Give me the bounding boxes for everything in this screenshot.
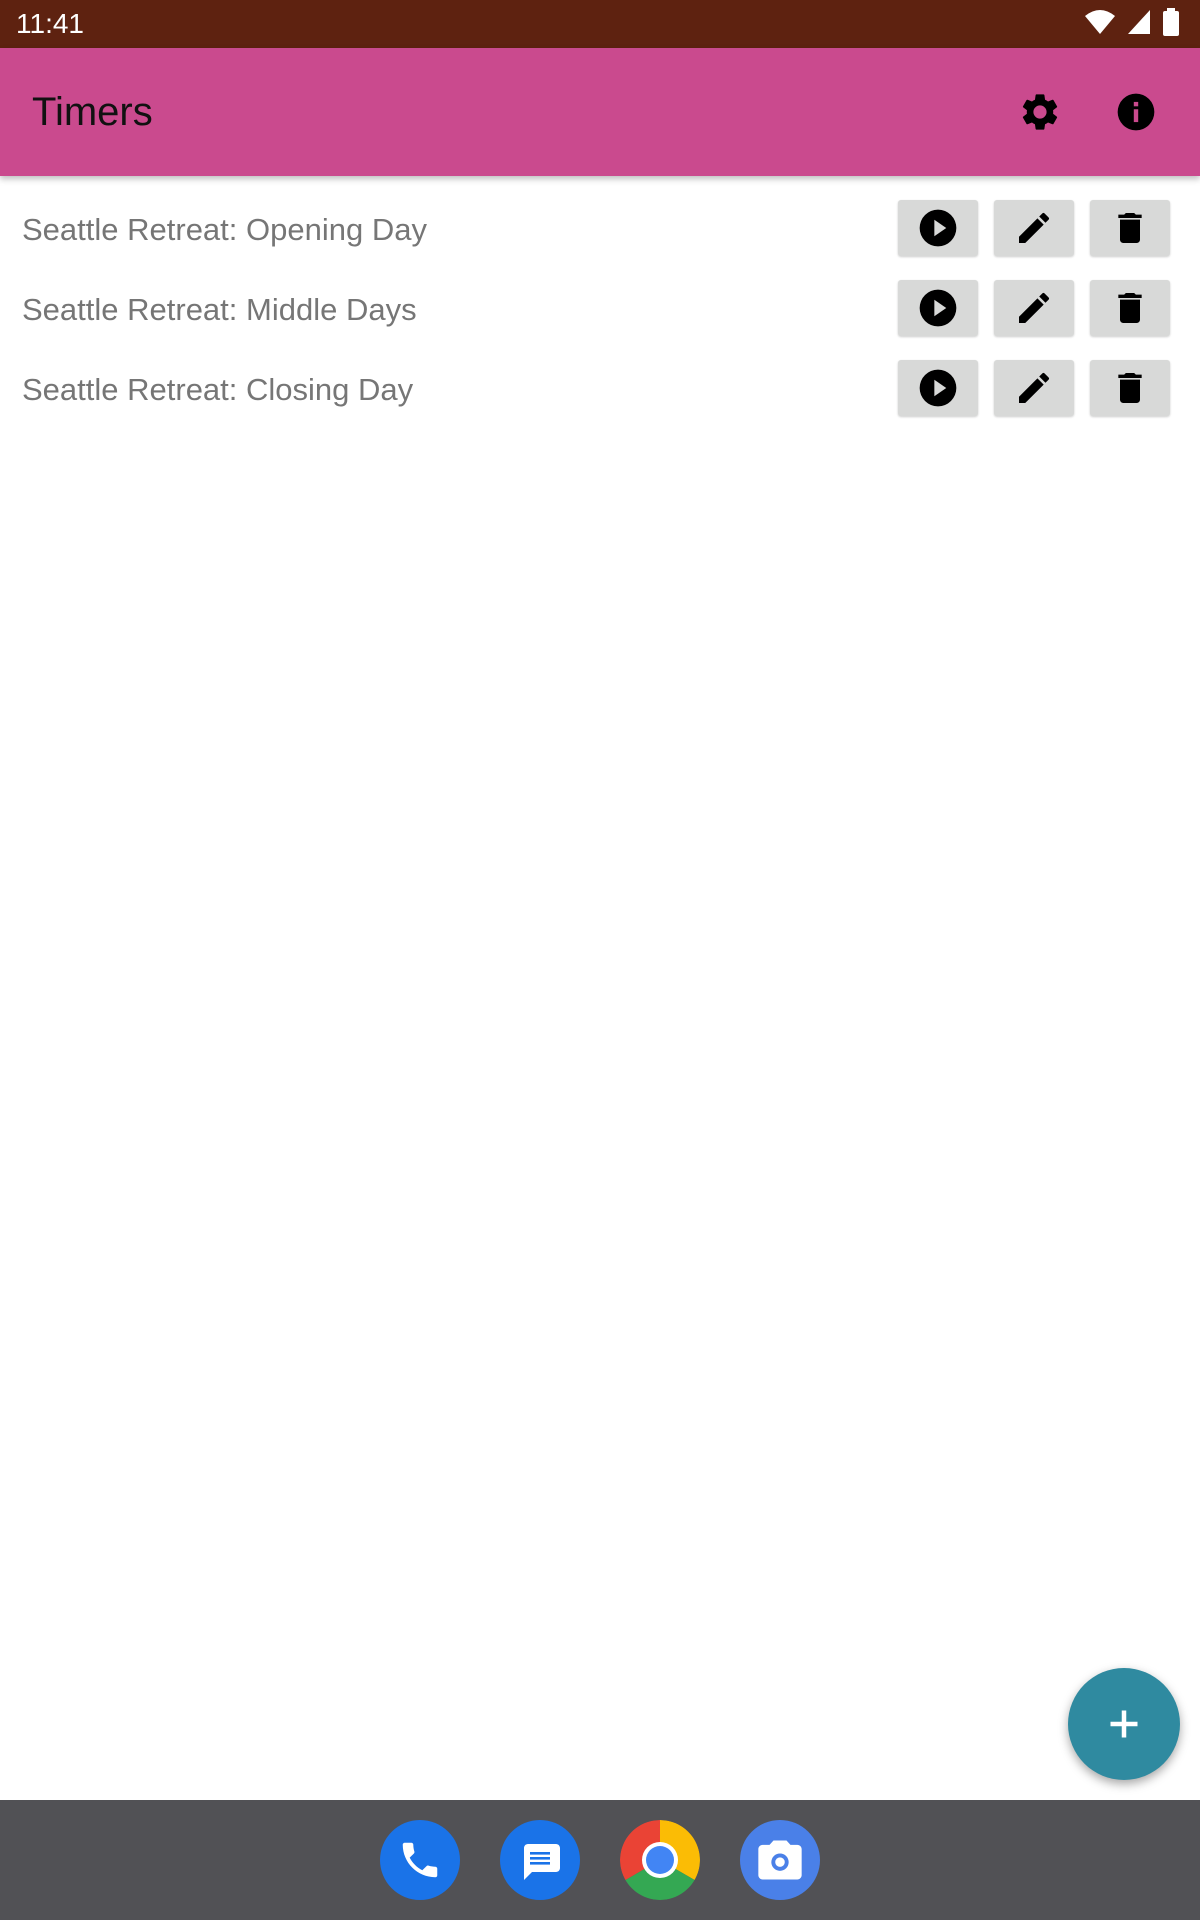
info-icon xyxy=(1117,93,1155,131)
message-icon xyxy=(524,1844,560,1880)
edit-timer-button[interactable] xyxy=(994,280,1074,336)
edit-timer-button[interactable] xyxy=(994,200,1074,256)
pencil-icon xyxy=(1019,292,1050,323)
timer-list: Seattle Retreat: Opening Day Seattle Ret… xyxy=(0,196,1200,436)
plus-icon xyxy=(1110,1710,1138,1738)
trash-icon xyxy=(1118,373,1142,403)
trash-icon xyxy=(1118,213,1142,243)
delete-timer-button[interactable] xyxy=(1090,360,1170,416)
trash-icon xyxy=(1118,293,1142,323)
play-timer-button[interactable] xyxy=(898,360,978,416)
messages-app-icon[interactable] xyxy=(500,1820,580,1900)
timer-row: Seattle Retreat: Opening Day xyxy=(0,196,1200,276)
status-icons xyxy=(1084,8,1180,36)
camera-app-icon[interactable] xyxy=(740,1820,820,1900)
battery-icon xyxy=(1163,8,1179,36)
app-title: Timers xyxy=(32,90,153,134)
add-timer-button[interactable] xyxy=(1068,1668,1180,1780)
pencil-icon xyxy=(1019,372,1050,403)
gear-icon xyxy=(1022,94,1058,130)
chrome-icon xyxy=(620,1820,700,1900)
status-bar: 11:41 xyxy=(0,0,1200,48)
timer-name: Seattle Retreat: Closing Day xyxy=(22,372,414,407)
status-time: 11:41 xyxy=(16,8,84,39)
play-icon xyxy=(919,289,957,327)
app-bar: Timers xyxy=(0,48,1200,176)
phone-app-icon[interactable] xyxy=(380,1820,460,1900)
navigation-bar xyxy=(0,1800,1200,1920)
play-timer-button[interactable] xyxy=(898,200,978,256)
camera-icon xyxy=(758,1840,802,1880)
wifi-icon xyxy=(1085,10,1115,34)
timer-row: Seattle Retreat: Closing Day xyxy=(0,356,1200,436)
info-button[interactable] xyxy=(1108,84,1164,140)
chrome-app-icon[interactable] xyxy=(620,1820,700,1900)
play-icon xyxy=(919,209,957,247)
timer-name: Seattle Retreat: Opening Day xyxy=(22,212,427,247)
cellular-signal-icon xyxy=(1128,10,1150,34)
play-timer-button[interactable] xyxy=(898,280,978,336)
play-icon xyxy=(919,369,957,407)
phone-icon xyxy=(402,1842,438,1878)
edit-timer-button[interactable] xyxy=(994,360,1074,416)
delete-timer-button[interactable] xyxy=(1090,200,1170,256)
delete-timer-button[interactable] xyxy=(1090,280,1170,336)
timer-row: Seattle Retreat: Middle Days xyxy=(0,276,1200,356)
timer-name: Seattle Retreat: Middle Days xyxy=(22,292,417,327)
settings-button[interactable] xyxy=(1012,84,1068,140)
pencil-icon xyxy=(1019,212,1050,243)
